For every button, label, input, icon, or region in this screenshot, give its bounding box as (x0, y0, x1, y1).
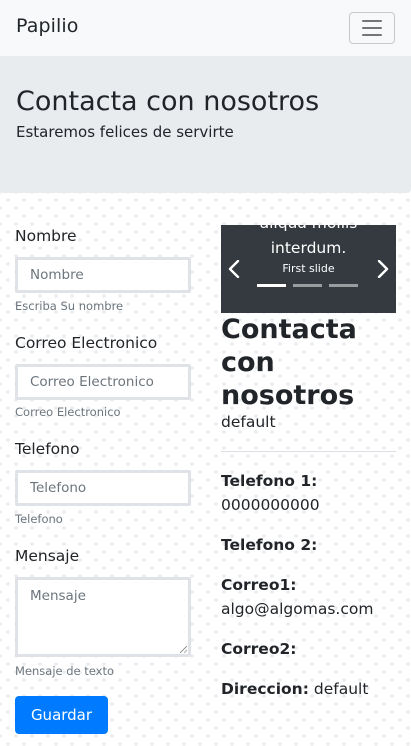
field-value: 0000000000 (221, 496, 320, 514)
page-title: Contacta con nosotros (16, 86, 320, 117)
mensaje-wrapper (15, 577, 191, 657)
correo1-field: Correo1: algo@algomas.com (221, 573, 396, 621)
carousel-caption-sub: First slide (282, 262, 335, 275)
telefono2-field: Telefono 2: (221, 533, 396, 557)
telefono-help: Telefono (15, 512, 63, 526)
mensaje-help: Mensaje de texto (15, 664, 115, 678)
correo-help: Correo Electronico (15, 405, 121, 419)
carousel-indicator[interactable] (329, 284, 358, 287)
field-label: Correo2: (221, 640, 297, 658)
field-label: Telefono 1: (221, 472, 318, 490)
nombre-help: Escriba Su nombre (15, 299, 124, 313)
page-subtitle: Estaremos felices de servirte (16, 123, 234, 141)
telefono-input[interactable] (15, 470, 191, 506)
correo-label: Correo Electronico (15, 334, 158, 352)
carousel-indicator[interactable] (293, 284, 322, 287)
carousel-prev-button[interactable] (224, 255, 244, 283)
nombre-label: Nombre (15, 227, 77, 245)
contact-info-title: Contacta con nosotros (221, 314, 357, 411)
mensaje-textarea[interactable] (15, 577, 191, 657)
hamburger-icon (362, 20, 382, 22)
carousel-next-button[interactable] (373, 255, 393, 283)
chevron-left-icon (228, 260, 240, 278)
field-value: default (313, 680, 369, 698)
field-value: algo@algomas.com (221, 600, 374, 618)
field-label: Telefono 2: (221, 536, 318, 554)
telefono1-field: Telefono 1: 0000000000 (221, 469, 396, 517)
correo-input[interactable] (15, 364, 191, 400)
carousel-indicator[interactable] (257, 284, 286, 287)
carousel-caption-text: aliqua mollis interdum. (260, 225, 358, 257)
telefono-label: Telefono (15, 440, 80, 458)
navbar-brand[interactable]: Papilio (16, 15, 78, 37)
carousel-indicators (257, 284, 358, 287)
field-label: Correo1: (221, 576, 297, 594)
correo2-field: Correo2: (221, 637, 396, 661)
jumbotron: Contacta con nosotros Estaremos felices … (0, 56, 411, 193)
divider (221, 451, 396, 452)
mensaje-label: Mensaje (15, 547, 80, 565)
carousel: aliqua mollis interdum. First slide (221, 225, 396, 313)
navbar: Papilio (0, 0, 411, 56)
contact-info-subtitle: default (221, 413, 276, 431)
nombre-input[interactable] (15, 257, 191, 293)
field-label: Direccion: (221, 680, 309, 698)
resize-handle-icon[interactable] (180, 646, 187, 653)
direccion-field: Direccion: default (221, 677, 396, 701)
guardar-button[interactable]: Guardar (15, 696, 108, 734)
chevron-right-icon (377, 260, 389, 278)
navbar-toggler-button[interactable] (349, 12, 395, 44)
